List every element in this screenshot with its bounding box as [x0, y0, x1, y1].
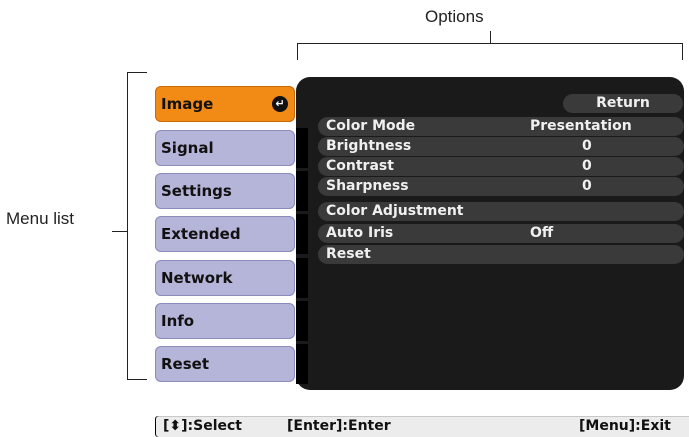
menu-list-leader — [112, 231, 128, 232]
return-button[interactable]: Return — [563, 94, 683, 113]
option-label: Brightness — [326, 138, 412, 154]
option-label: Color Mode — [326, 118, 416, 134]
menu-item-label: Network — [161, 269, 233, 287]
help-bar: [⬍]:Select [Enter]:Enter [Menu]:Exit — [155, 416, 689, 437]
option-row-contrast[interactable]: Contrast 0 — [318, 157, 684, 176]
menu-item-settings[interactable]: Settings — [155, 173, 295, 209]
menu-item-label: Extended — [161, 225, 241, 243]
option-label: Auto Iris — [326, 225, 394, 241]
option-label: Contrast — [326, 158, 394, 174]
option-value: Off — [530, 225, 554, 241]
menu-list-bracket-bottom — [127, 379, 147, 380]
panel-divider — [296, 128, 308, 168]
options-label: Options — [425, 7, 484, 26]
option-label: Reset — [326, 246, 371, 262]
menu-item-signal[interactable]: Signal — [155, 130, 295, 166]
panel-divider — [296, 214, 308, 254]
menu-item-label: Settings — [161, 182, 232, 200]
options-bracket-stem — [490, 31, 491, 43]
option-row-color-mode[interactable]: Color Mode Presentation — [318, 117, 684, 136]
menu-item-network[interactable]: Network — [155, 260, 295, 296]
option-label: Sharpness — [326, 178, 409, 194]
panel-divider — [296, 301, 308, 341]
help-select: [⬍]:Select — [163, 418, 242, 434]
menu-item-reset[interactable]: Reset — [155, 346, 295, 382]
menu-item-label: Image — [161, 95, 214, 113]
option-value: 0 — [582, 178, 592, 194]
panel-divider — [296, 258, 308, 298]
options-bracket-top — [297, 43, 683, 44]
menu-item-info[interactable]: Info — [155, 303, 295, 339]
option-value: Presentation — [530, 118, 632, 134]
options-bracket-left — [297, 43, 298, 60]
menu-list-bracket-top — [127, 72, 147, 73]
menu-item-label: Info — [161, 312, 195, 330]
menu-item-label: Signal — [161, 139, 214, 157]
enter-icon: ↵ — [272, 96, 288, 112]
menu-list-label: Menu list — [6, 209, 75, 228]
menu-item-label: Reset — [161, 355, 209, 373]
panel-divider — [296, 171, 308, 211]
option-value: 0 — [582, 158, 592, 174]
option-row-sharpness[interactable]: Sharpness 0 — [318, 177, 684, 196]
option-row-reset[interactable]: Reset — [318, 245, 684, 264]
option-row-color-adjustment[interactable]: Color Adjustment — [318, 202, 684, 221]
option-row-auto-iris[interactable]: Auto Iris Off — [318, 224, 684, 243]
help-exit: [Menu]:Exit — [579, 418, 671, 434]
menu-list-bracket-spine — [127, 72, 128, 380]
option-value: 0 — [582, 138, 592, 154]
option-row-brightness[interactable]: Brightness 0 — [318, 137, 684, 156]
options-bracket-right — [682, 43, 683, 60]
option-label: Color Adjustment — [326, 203, 464, 219]
menu-item-extended[interactable]: Extended — [155, 216, 295, 252]
help-enter: [Enter]:Enter — [287, 418, 391, 434]
menu-item-image[interactable]: Image ↵ — [155, 86, 295, 122]
panel-divider — [296, 344, 308, 384]
